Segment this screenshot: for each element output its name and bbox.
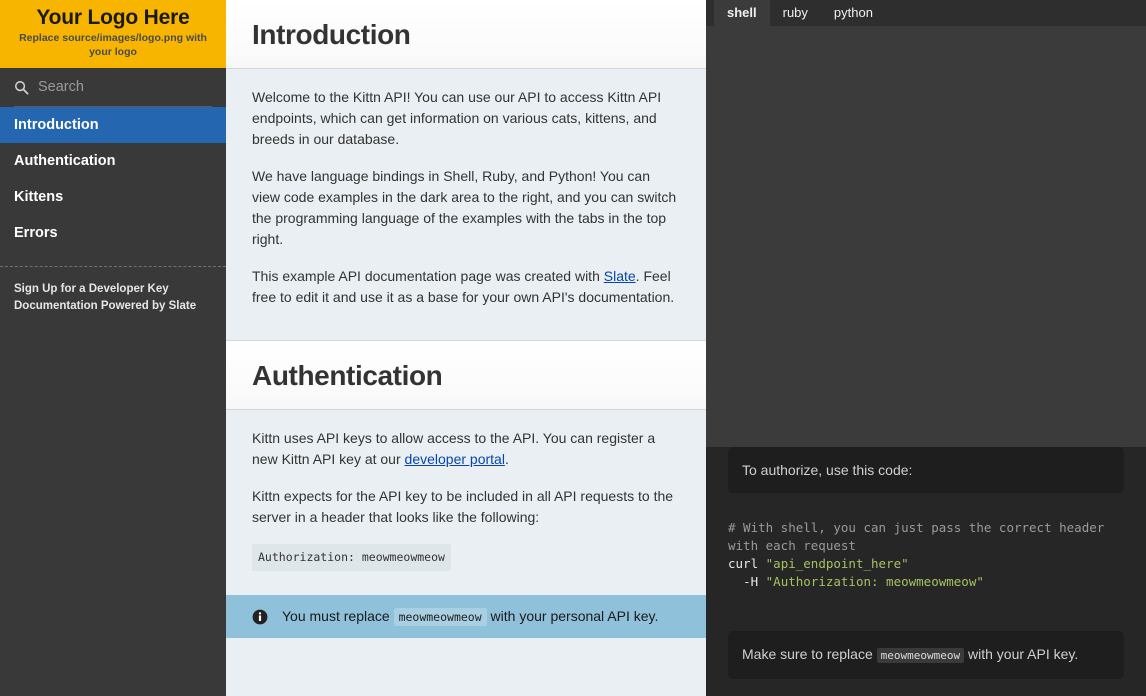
auth-code-line-wrap: Authorization: meowmeowmeow: [252, 544, 680, 571]
code-panel: shell ruby python To authorize, use this…: [706, 0, 1146, 696]
tab-ruby[interactable]: ruby: [770, 0, 821, 26]
sidebar-item-authentication[interactable]: Authentication: [0, 143, 226, 179]
code-annotation-bottom-before: Make sure to replace: [742, 646, 877, 662]
code-annotation-bottom-after: with your API key.: [964, 646, 1078, 662]
notice-banner: You must replace meowmeowmeow with your …: [226, 595, 706, 638]
logo-subtitle: Replace source/images/logo.png with your…: [8, 31, 218, 59]
footer-link-signup[interactable]: Sign Up for a Developer Key: [14, 281, 212, 298]
auth-p1-after: .: [505, 451, 509, 467]
code-annotation-bottom: Make sure to replace meowmeowmeow with y…: [728, 631, 1124, 679]
sidebar-nav: Introduction Authentication Kittens Erro…: [0, 107, 226, 251]
intro-paragraph-1: Welcome to the Kittn API! You can use ou…: [252, 87, 680, 150]
code-annotation-top: To authorize, use this code:: [728, 447, 1124, 493]
notice-text: You must replace meowmeowmeow with your …: [282, 606, 658, 627]
sidebar: Your Logo Here Replace source/images/log…: [0, 0, 226, 696]
slate-link[interactable]: Slate: [604, 268, 636, 284]
page-title-authentication: Authentication: [252, 359, 680, 393]
authorization-header-code: Authorization: meowmeowmeow: [252, 544, 451, 571]
search-input[interactable]: [38, 79, 208, 95]
notice-before: You must replace: [282, 608, 394, 624]
section-body-authentication: Kittn uses API keys to allow access to t…: [226, 410, 706, 595]
language-tab-bar: shell ruby python: [706, 0, 1146, 26]
code-header-flag: -H: [728, 574, 766, 589]
tab-python[interactable]: python: [821, 0, 886, 26]
sidebar-item-errors[interactable]: Errors: [0, 215, 226, 251]
logo-title: Your Logo Here: [8, 6, 218, 30]
main-content: Introduction Welcome to the Kittn API! Y…: [226, 0, 706, 696]
code-panel-spacer: [706, 26, 1146, 425]
search-box[interactable]: [14, 68, 212, 107]
sidebar-item-introduction[interactable]: Introduction: [0, 107, 226, 143]
tab-shell[interactable]: shell: [714, 0, 770, 26]
sidebar-footer: Sign Up for a Developer Key Documentatio…: [0, 267, 226, 315]
code-curl-keyword: curl: [728, 556, 766, 571]
code-panel-auth-block: To authorize, use this code: # With shel…: [706, 447, 1146, 696]
code-curl-endpoint: "api_endpoint_here": [766, 556, 909, 571]
search-icon: [14, 80, 29, 95]
section-header-authentication: Authentication: [226, 340, 706, 410]
code-header-value: "Authorization: meowmeowmeow": [766, 574, 984, 589]
notice-after: with your personal API key.: [487, 608, 659, 624]
code-comment-line: # With shell, you can just pass the corr…: [728, 520, 1112, 553]
slate-api-docs-page: Your Logo Here Replace source/images/log…: [0, 0, 1146, 696]
code-block-shell[interactable]: # With shell, you can just pass the corr…: [706, 493, 1146, 613]
auth-paragraph-2: Kittn expects for the API key to be incl…: [252, 486, 680, 528]
sidebar-item-kittens[interactable]: Kittens: [0, 179, 226, 215]
intro-p3-before: This example API documentation page was …: [252, 268, 604, 284]
intro-paragraph-3: This example API documentation page was …: [252, 266, 680, 308]
auth-paragraph-1: Kittn uses API keys to allow access to t…: [252, 428, 680, 470]
code-annotation-bottom-code: meowmeowmeow: [877, 648, 964, 663]
page-title-introduction: Introduction: [252, 18, 680, 52]
developer-portal-link[interactable]: developer portal: [405, 451, 505, 467]
section-header-introduction: Introduction: [226, 0, 706, 69]
intro-paragraph-2: We have language bindings in Shell, Ruby…: [252, 166, 680, 250]
notice-inline-code: meowmeowmeow: [394, 608, 487, 626]
section-body-introduction: Welcome to the Kittn API! You can use ou…: [226, 69, 706, 340]
info-circle-icon: [252, 609, 268, 625]
footer-link-powered-by-slate[interactable]: Documentation Powered by Slate: [14, 298, 212, 315]
logo-banner: Your Logo Here Replace source/images/log…: [0, 0, 226, 68]
